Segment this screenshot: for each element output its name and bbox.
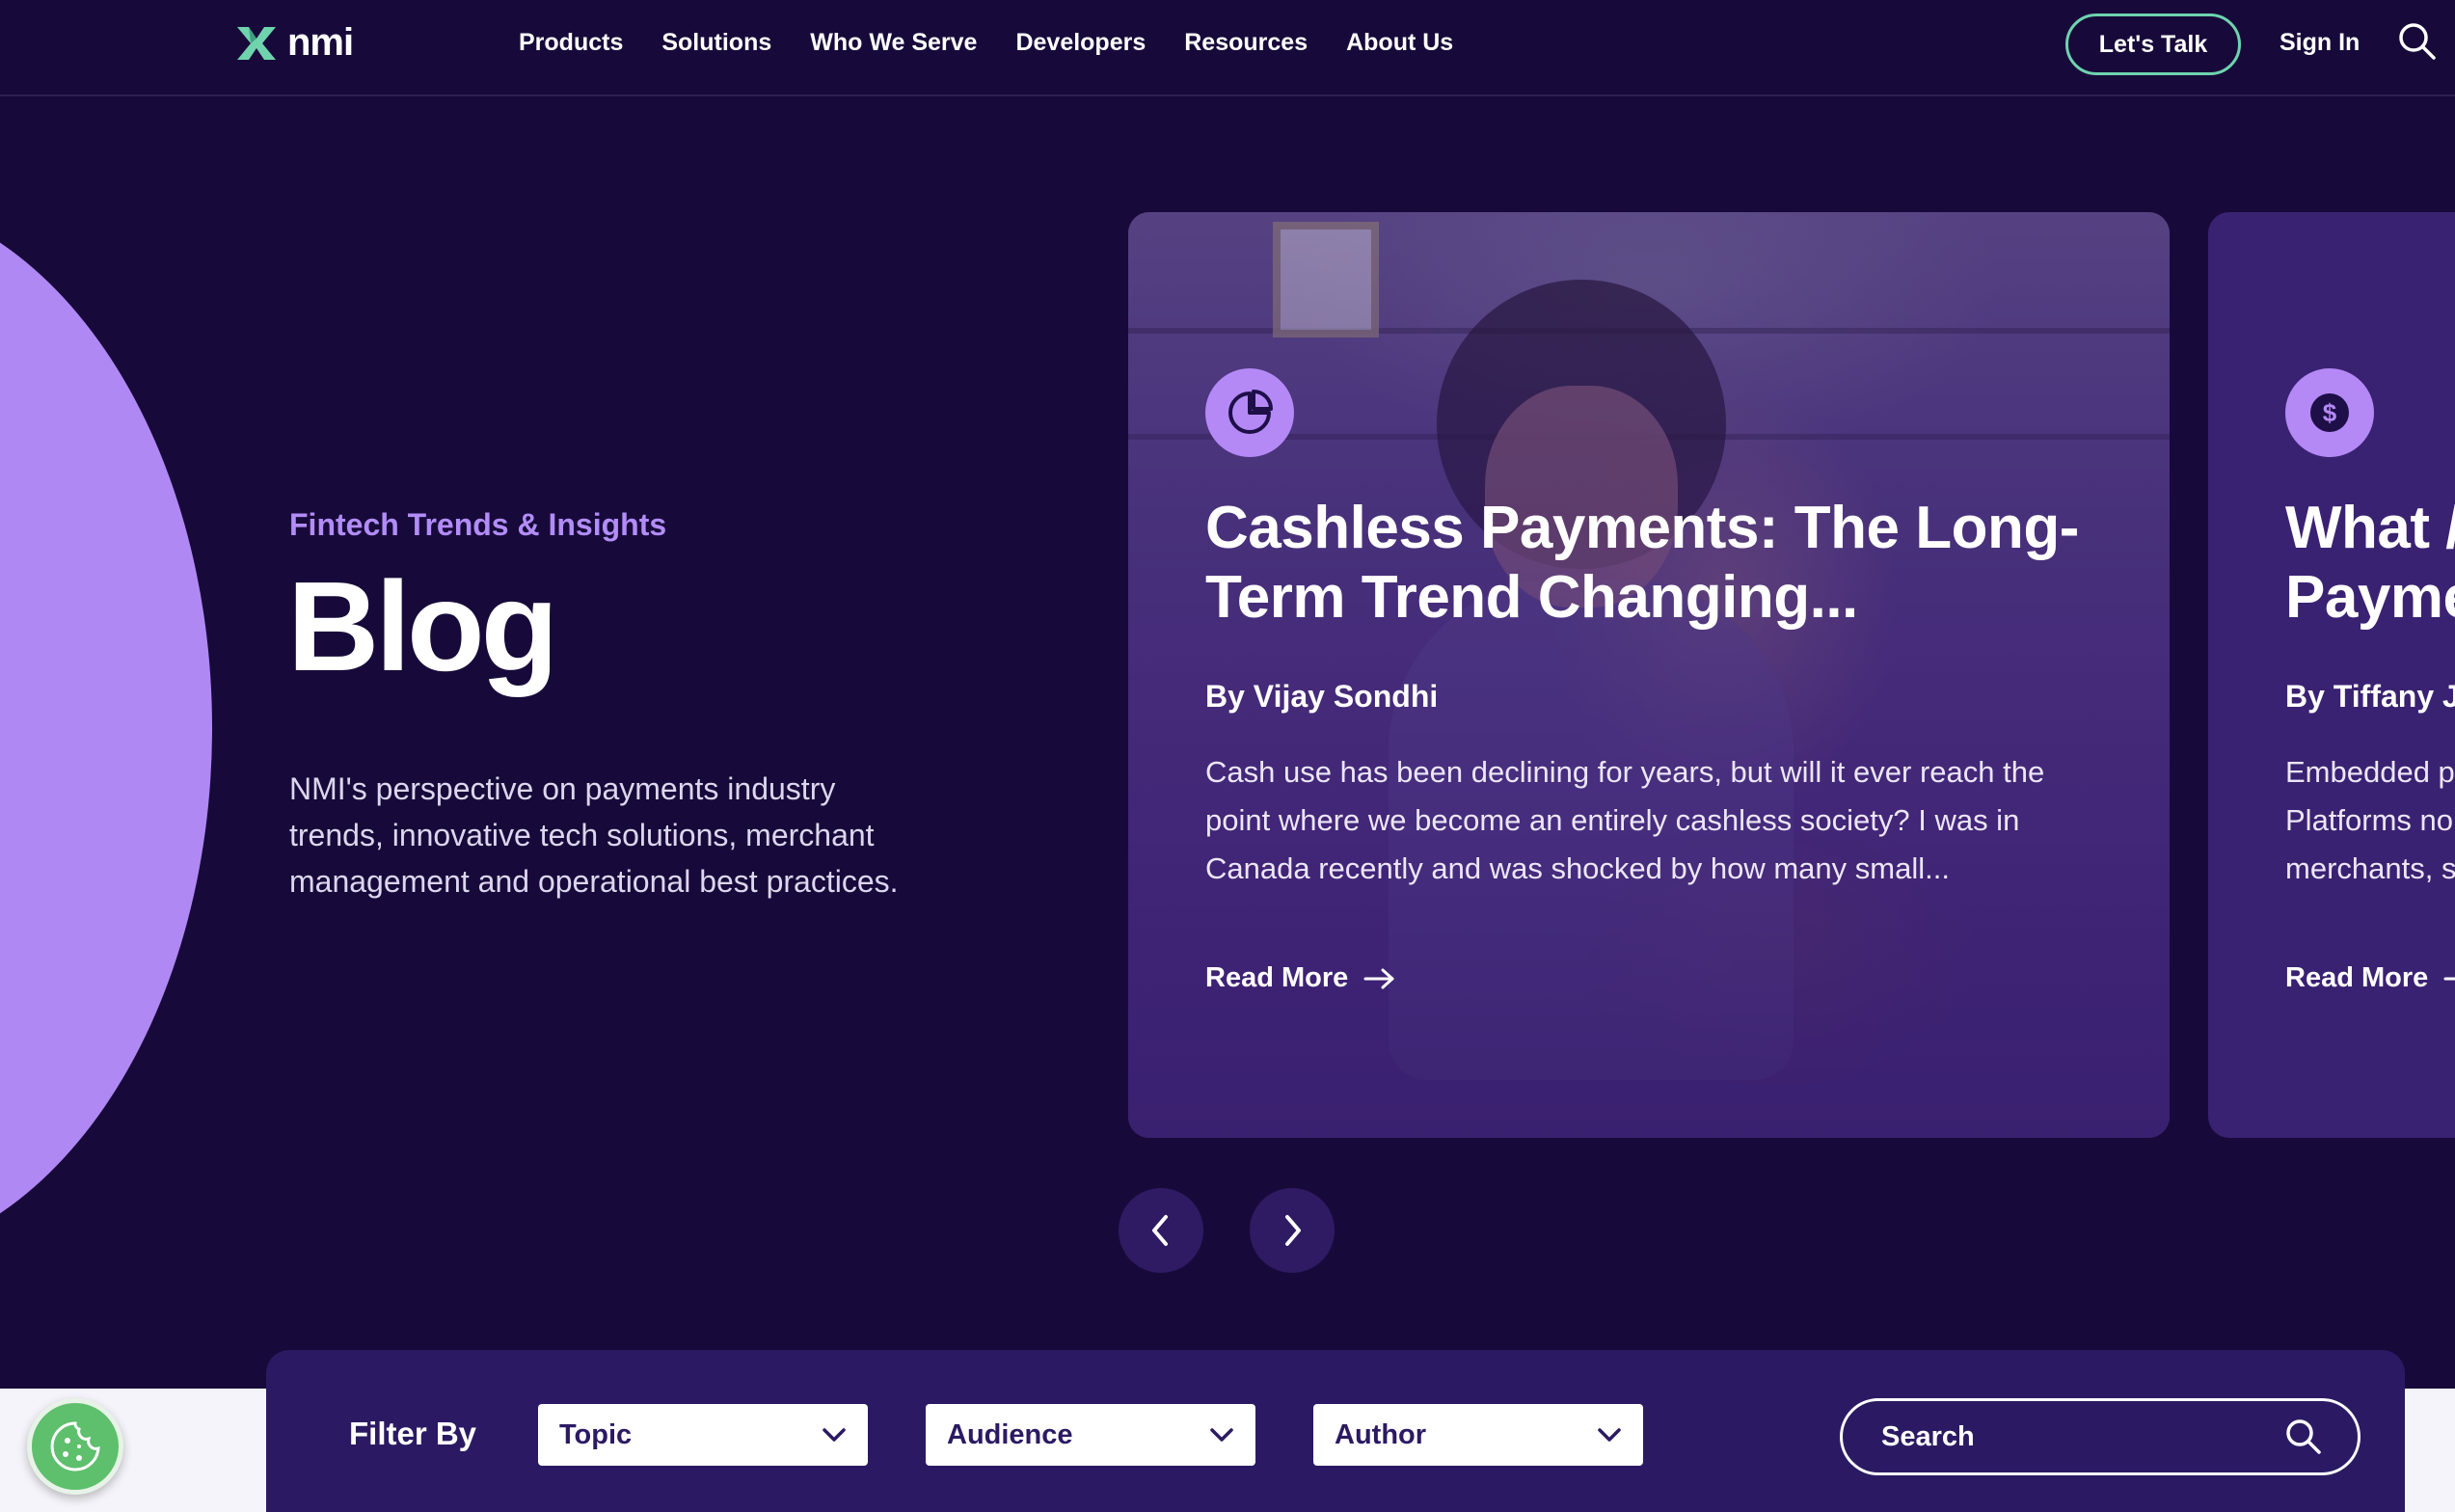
- author-select[interactable]: Author: [1313, 1404, 1643, 1466]
- pie-chart-icon: [1205, 368, 1294, 457]
- logo[interactable]: nmi: [233, 21, 354, 65]
- hero-eyebrow: Fintech Trends & Insights: [289, 507, 667, 542]
- search-icon[interactable]: [2397, 21, 2438, 62]
- blog-card[interactable]: Cashless Payments: The Long-Term Trend C…: [1128, 212, 2170, 1138]
- blog-search-input[interactable]: [1881, 1420, 2248, 1453]
- nav-solutions[interactable]: Solutions: [661, 29, 771, 57]
- dollar-icon: $: [2285, 368, 2374, 457]
- author-select-value: Author: [1335, 1418, 1427, 1450]
- logo-text: nmi: [287, 21, 354, 64]
- decorative-circle: [0, 193, 212, 1263]
- chevron-left-icon: [1152, 1215, 1168, 1246]
- svg-text:$: $: [2323, 398, 2337, 427]
- chevron-down-icon: [1210, 1428, 1233, 1442]
- page: nmi Products Solutions Who We Serve Deve…: [0, 0, 2455, 1512]
- sign-in-link[interactable]: Sign In: [2280, 29, 2360, 57]
- card-excerpt: Cash use has been declining for years, b…: [1205, 755, 2045, 885]
- hero-description: NMI's perspective on payments industry t…: [289, 771, 899, 899]
- filter-label: Filter By: [349, 1416, 477, 1451]
- topic-select[interactable]: Topic: [538, 1404, 868, 1466]
- search-icon[interactable]: [2284, 1418, 2323, 1456]
- blog-search-box: [1840, 1398, 2361, 1475]
- arrow-right-icon: [2443, 977, 2455, 980]
- carousel-prev-button[interactable]: [1119, 1188, 1203, 1273]
- cookie-icon: [50, 1421, 100, 1472]
- page-title: Blog: [287, 555, 558, 697]
- nmi-logo-icon: [237, 26, 276, 60]
- card-title[interactable]: Cashless Payments: The Long-Term Trend C…: [1205, 494, 2131, 633]
- audience-select[interactable]: Audience: [926, 1404, 1255, 1466]
- carousel-next-button[interactable]: [1250, 1188, 1335, 1273]
- card-title[interactable]: What /Payme: [2285, 494, 2455, 633]
- chevron-down-icon: [1598, 1428, 1621, 1442]
- cookie-settings-button[interactable]: [27, 1398, 123, 1495]
- site-header: nmi Products Solutions Who We Serve Deve…: [0, 0, 2455, 96]
- nav-resources[interactable]: Resources: [1184, 29, 1308, 57]
- chevron-right-icon: [1285, 1215, 1301, 1246]
- lets-talk-button[interactable]: Let's Talk: [2065, 14, 2241, 75]
- read-more-label: Read More: [2285, 962, 2429, 993]
- topic-select-value: Topic: [559, 1418, 633, 1450]
- nav-developers[interactable]: Developers: [1015, 29, 1146, 57]
- filter-bar: Filter By Topic Audience Author: [266, 1350, 2405, 1512]
- main-nav: Products Solutions Who We Serve Develope…: [519, 29, 1453, 57]
- card-author: By Vijay Sondhi: [1205, 679, 1439, 714]
- card-excerpt: Embedded p Platforms no merchants, s: [2285, 755, 2455, 885]
- arrow-right-icon: [1363, 968, 1394, 988]
- read-more-label: Read More: [1205, 962, 1349, 993]
- card-author: By Tiffany J: [2285, 679, 2455, 714]
- chevron-down-icon: [823, 1428, 846, 1442]
- nav-products[interactable]: Products: [519, 29, 623, 57]
- audience-select-value: Audience: [947, 1418, 1073, 1450]
- blog-card-next[interactable]: $ What /Payme By Tiffany J Embedded pPla…: [2208, 212, 2455, 1138]
- card-overlay: [1128, 212, 2170, 1138]
- nav-who-we-serve[interactable]: Who We Serve: [810, 29, 977, 57]
- nav-about-us[interactable]: About Us: [1346, 29, 1453, 57]
- read-more-link[interactable]: Read More: [1205, 962, 1396, 994]
- read-more-link[interactable]: Read More: [2285, 962, 2455, 994]
